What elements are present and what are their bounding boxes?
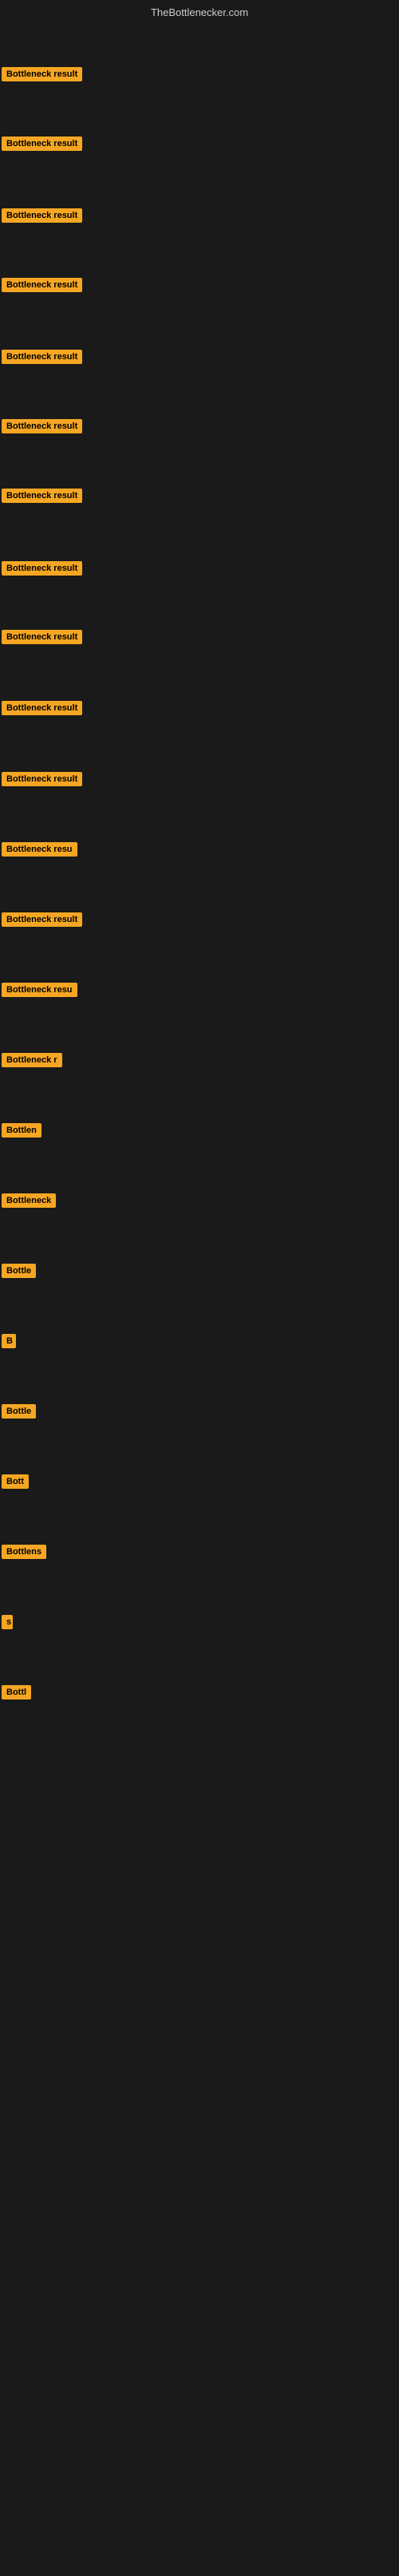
- bottleneck-badge-7[interactable]: Bottleneck result: [2, 489, 82, 503]
- bottleneck-badge-6[interactable]: Bottleneck result: [2, 419, 82, 433]
- bottleneck-badge-24[interactable]: Bottl: [2, 1685, 31, 1700]
- bottleneck-badge-19[interactable]: B: [2, 1334, 16, 1348]
- bottleneck-item-2: Bottleneck result: [2, 137, 82, 155]
- bottleneck-item-9: Bottleneck result: [2, 630, 82, 648]
- bottleneck-item-11: Bottleneck result: [2, 772, 82, 790]
- bottleneck-item-15: Bottleneck r: [2, 1053, 62, 1071]
- bottleneck-badge-14[interactable]: Bottleneck resu: [2, 983, 77, 997]
- bottleneck-badge-2[interactable]: Bottleneck result: [2, 137, 82, 151]
- bottleneck-badge-1[interactable]: Bottleneck result: [2, 67, 82, 81]
- bottleneck-badge-20[interactable]: Bottle: [2, 1404, 36, 1419]
- bottleneck-badge-23[interactable]: s: [2, 1615, 13, 1629]
- bottleneck-item-8: Bottleneck result: [2, 561, 82, 580]
- page-wrapper: TheBottlenecker.com Bottleneck resultBot…: [0, 0, 399, 2576]
- bottleneck-item-1: Bottleneck result: [2, 67, 82, 85]
- bottleneck-badge-10[interactable]: Bottleneck result: [2, 701, 82, 715]
- bottleneck-badge-8[interactable]: Bottleneck result: [2, 561, 82, 576]
- bottleneck-item-14: Bottleneck resu: [2, 983, 77, 1001]
- bottleneck-badge-22[interactable]: Bottlens: [2, 1545, 46, 1559]
- bottleneck-item-18: Bottle: [2, 1264, 36, 1282]
- bottleneck-item-12: Bottleneck resu: [2, 842, 77, 861]
- bottleneck-item-23: s: [2, 1615, 13, 1633]
- bottleneck-badge-18[interactable]: Bottle: [2, 1264, 36, 1278]
- bottleneck-badge-3[interactable]: Bottleneck result: [2, 208, 82, 223]
- bottleneck-item-17: Bottleneck: [2, 1193, 56, 1212]
- bottleneck-badge-4[interactable]: Bottleneck result: [2, 278, 82, 292]
- bottleneck-badge-16[interactable]: Bottlen: [2, 1123, 41, 1138]
- bottleneck-badge-13[interactable]: Bottleneck result: [2, 912, 82, 927]
- bottleneck-item-22: Bottlens: [2, 1545, 46, 1563]
- bottleneck-badge-12[interactable]: Bottleneck resu: [2, 842, 77, 857]
- bottleneck-item-24: Bottl: [2, 1685, 31, 1703]
- bottleneck-badge-17[interactable]: Bottleneck: [2, 1193, 56, 1208]
- bottleneck-badge-5[interactable]: Bottleneck result: [2, 350, 82, 364]
- bottleneck-item-7: Bottleneck result: [2, 489, 82, 507]
- bottleneck-badge-15[interactable]: Bottleneck r: [2, 1053, 62, 1067]
- bottleneck-item-3: Bottleneck result: [2, 208, 82, 227]
- bottleneck-badge-21[interactable]: Bott: [2, 1474, 29, 1489]
- bottleneck-badge-9[interactable]: Bottleneck result: [2, 630, 82, 644]
- bottleneck-item-19: B: [2, 1334, 16, 1352]
- bottleneck-item-16: Bottlen: [2, 1123, 41, 1142]
- bottleneck-item-5: Bottleneck result: [2, 350, 82, 368]
- bottleneck-item-20: Bottle: [2, 1404, 36, 1423]
- bottleneck-list: Bottleneck result Bottleneck result Bottle…: [0, 22, 399, 2576]
- bottleneck-badge-11[interactable]: Bottleneck result: [2, 772, 82, 786]
- bottleneck-item-21: Bott: [2, 1474, 29, 1493]
- bottleneck-item-10: Bottleneck result: [2, 701, 82, 719]
- bottleneck-item-4: Bottleneck result: [2, 278, 82, 296]
- bottleneck-item-6: Bottleneck result: [2, 419, 82, 437]
- bottleneck-item-13: Bottleneck result: [2, 912, 82, 931]
- site-title: TheBottlenecker.com: [151, 6, 248, 18]
- site-header: TheBottlenecker.com: [0, 0, 399, 22]
